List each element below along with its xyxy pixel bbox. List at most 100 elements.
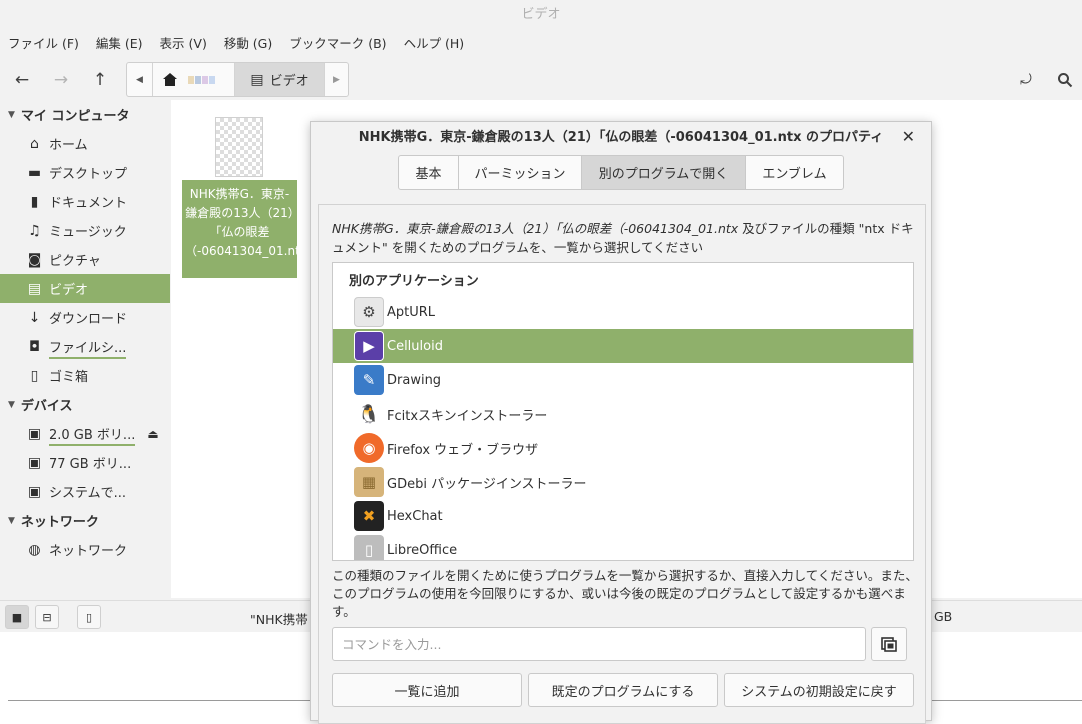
open-with-description: NHK携帯G．東京-鎌倉殿の13人（21）「仏の眼差（-06041304_01.… (332, 219, 922, 257)
sidebar-toggle-icon: ▯ (85, 610, 93, 624)
sidebar-item-filesystem[interactable]: ◘ ファイルシ... (0, 332, 170, 361)
sidebar-item-pictures[interactable]: ◙ ピクチャ (0, 245, 170, 274)
app-item-hexchat[interactable]: ✖ HexChat (333, 499, 913, 533)
back-arrow-icon: ← (14, 70, 30, 90)
sidebar-item-volume-77gb[interactable]: ▣ 77 GB ボリ... (0, 448, 170, 477)
package-icon: ▦ (354, 467, 384, 497)
description-filename: NHK携帯G．東京-鎌倉殿の13人（21）「仏の眼差（-06041304_01.… (332, 221, 739, 236)
chevron-left-icon: ◀ (136, 74, 143, 85)
app-item-libreoffice[interactable]: ▯ LibreOffice (333, 533, 913, 560)
app-item-gdebi[interactable]: ▦ GDebi パッケージインストーラー (333, 465, 913, 499)
sidebar-item-videos[interactable]: ▤ ビデオ (0, 274, 170, 303)
sidebar-header-my-computer[interactable]: ▼ マイ コンピュータ (0, 100, 170, 129)
up-arrow-icon: ↑ (92, 70, 108, 90)
sidebar-item-system-volume[interactable]: ▣ システムで... (0, 477, 170, 506)
open-with-hint: この種類のファイルを開くために使うプログラムを一覧から選択するか、直接入力してく… (332, 568, 918, 619)
reset-to-system-default-button[interactable]: システムの初期設定に戻す (724, 673, 914, 707)
menu-view[interactable]: 表示 (V) (160, 32, 207, 56)
drive-icon: ◘ (28, 338, 41, 355)
eject-icon[interactable]: ⏏ (147, 427, 158, 441)
toggle-location-button[interactable]: ⤾ (1011, 66, 1041, 94)
sidebar-item-desktop[interactable]: ▬ デスクトップ (0, 158, 170, 187)
set-default-button[interactable]: 既定のプログラムにする (528, 673, 718, 707)
search-icon (1058, 73, 1073, 88)
menu-bookmarks[interactable]: ブックマーク (B) (289, 32, 386, 56)
properties-dialog: NHK携帯G．東京-鎌倉殿の13人（21）「仏の眼差（-06041304_01.… (310, 121, 932, 724)
menu-edit[interactable]: 編集 (E) (96, 32, 143, 56)
sd-card-icon: ▣ (27, 425, 42, 442)
penguin-icon: 🐧 (354, 399, 384, 429)
path-home-segment[interactable] (153, 63, 235, 96)
network-icon: ◍ (28, 541, 41, 558)
firefox-icon: ◉ (354, 433, 384, 463)
expander-icon: ▼ (8, 399, 15, 410)
sidebar: ▼ マイ コンピュータ ⌂ ホーム ▬ デスクトップ ▮ ドキュメント ♫ ミュージック … (0, 100, 170, 598)
drawing-icon: ✎ (354, 365, 384, 395)
forward-button[interactable]: → (46, 66, 76, 94)
tab-emblems[interactable]: エンブレム (746, 156, 843, 189)
back-button[interactable]: ← (7, 66, 37, 94)
path-bar: ◀ ▤ ビデオ ▶ (126, 62, 349, 97)
sidebar-item-home[interactable]: ⌂ ホーム (0, 129, 170, 158)
home-icon: ⌂ (30, 135, 39, 152)
home-icon (163, 73, 177, 86)
application-list[interactable]: 別のアプリケーション ⚙ AptURL ▶ Celluloid ✎ Drawing 🐧… (332, 262, 914, 561)
sidebar-item-documents[interactable]: ▮ ドキュメント (0, 187, 170, 216)
forward-arrow-icon: → (53, 70, 69, 90)
menu-file[interactable]: ファイル (F) (8, 32, 79, 56)
tab-basic[interactable]: 基本 (399, 156, 459, 189)
trash-icon: ▯ (30, 367, 39, 384)
close-icon: ✕ (901, 127, 915, 146)
application-list-header: 別のアプリケーション (349, 273, 479, 289)
tab-open-with[interactable]: 別のプログラムで開く (582, 156, 746, 189)
hide-sidebar-button[interactable]: ▯ (77, 605, 101, 629)
location-toggle-icon: ⤾ (1020, 72, 1032, 88)
add-to-list-button[interactable]: 一覧に追加 (332, 673, 522, 707)
expander-icon: ▼ (8, 515, 15, 526)
open-with-panel: NHK携帯G．東京-鎌倉殿の13人（21）「仏の眼差（-06041304_01.… (318, 204, 926, 724)
sidebar-item-downloads[interactable]: ↓ ダウンロード (0, 303, 170, 332)
status-free-space: GB (934, 609, 953, 624)
disk-icon: ▣ (27, 454, 42, 471)
browse-button[interactable] (871, 627, 907, 661)
show-tree-button[interactable]: ⊟ (35, 605, 59, 629)
disk-icon: ▣ (27, 483, 42, 500)
file-browse-icon (881, 637, 897, 652)
path-scroll-left[interactable]: ◀ (127, 63, 153, 96)
window-title: ビデオ (521, 7, 561, 22)
desktop-icon: ▬ (27, 164, 42, 181)
sidebar-item-network[interactable]: ◍ ネットワーク (0, 535, 170, 564)
document-icon: ▮ (30, 193, 39, 210)
blurred-username (187, 75, 215, 84)
app-item-firefox[interactable]: ◉ Firefox ウェブ・ブラウザ (333, 431, 913, 465)
camera-icon: ◙ (27, 251, 42, 268)
film-icon: ▤ (27, 280, 42, 297)
close-button[interactable]: ✕ (902, 127, 915, 146)
sidebar-item-trash[interactable]: ▯ ゴミ箱 (0, 361, 170, 390)
show-places-button[interactable]: ■ (5, 605, 29, 629)
menu-go[interactable]: 移動 (G) (224, 32, 272, 56)
libreoffice-icon: ▯ (354, 535, 384, 560)
sidebar-header-network[interactable]: ▼ ネットワーク (0, 506, 170, 535)
tree-icon: ⊟ (42, 610, 52, 624)
path-scroll-right[interactable]: ▶ (325, 63, 348, 96)
search-button[interactable] (1050, 66, 1080, 94)
app-item-celluloid[interactable]: ▶ Celluloid (333, 329, 913, 363)
dialog-title: NHK携帯G．東京-鎌倉殿の13人（21）「仏の眼差（-06041304_01.… (358, 130, 884, 145)
path-current-segment[interactable]: ▤ ビデオ (235, 63, 325, 96)
sidebar-item-music[interactable]: ♫ ミュージック (0, 216, 170, 245)
menu-help[interactable]: ヘルプ (H) (404, 32, 465, 56)
hexchat-icon: ✖ (354, 501, 384, 531)
app-item-apturl[interactable]: ⚙ AptURL (333, 295, 913, 329)
up-button[interactable]: ↑ (85, 66, 115, 94)
file-name-label[interactable]: NHK携帯G．東京-鎌倉殿の13人（21）「仏の眼差（-06041304_01.… (182, 180, 307, 278)
app-item-drawing[interactable]: ✎ Drawing (333, 363, 913, 397)
menubar: ファイル (F) 編集 (E) 表示 (V) 移動 (G) ブックマーク (B)… (0, 32, 481, 56)
file-thumbnail[interactable] (215, 117, 263, 177)
sidebar-item-volume-2gb[interactable]: ▣ 2.0 GB ボリ... ⏏ (0, 419, 170, 448)
app-item-fcitx-skin-installer[interactable]: 🐧 Fcitxスキンインストーラー (333, 397, 913, 431)
tab-permissions[interactable]: パーミッション (459, 156, 582, 189)
sidebar-header-devices[interactable]: ▼ デバイス (0, 390, 170, 419)
command-input[interactable] (332, 627, 866, 661)
download-icon: ↓ (28, 309, 41, 326)
